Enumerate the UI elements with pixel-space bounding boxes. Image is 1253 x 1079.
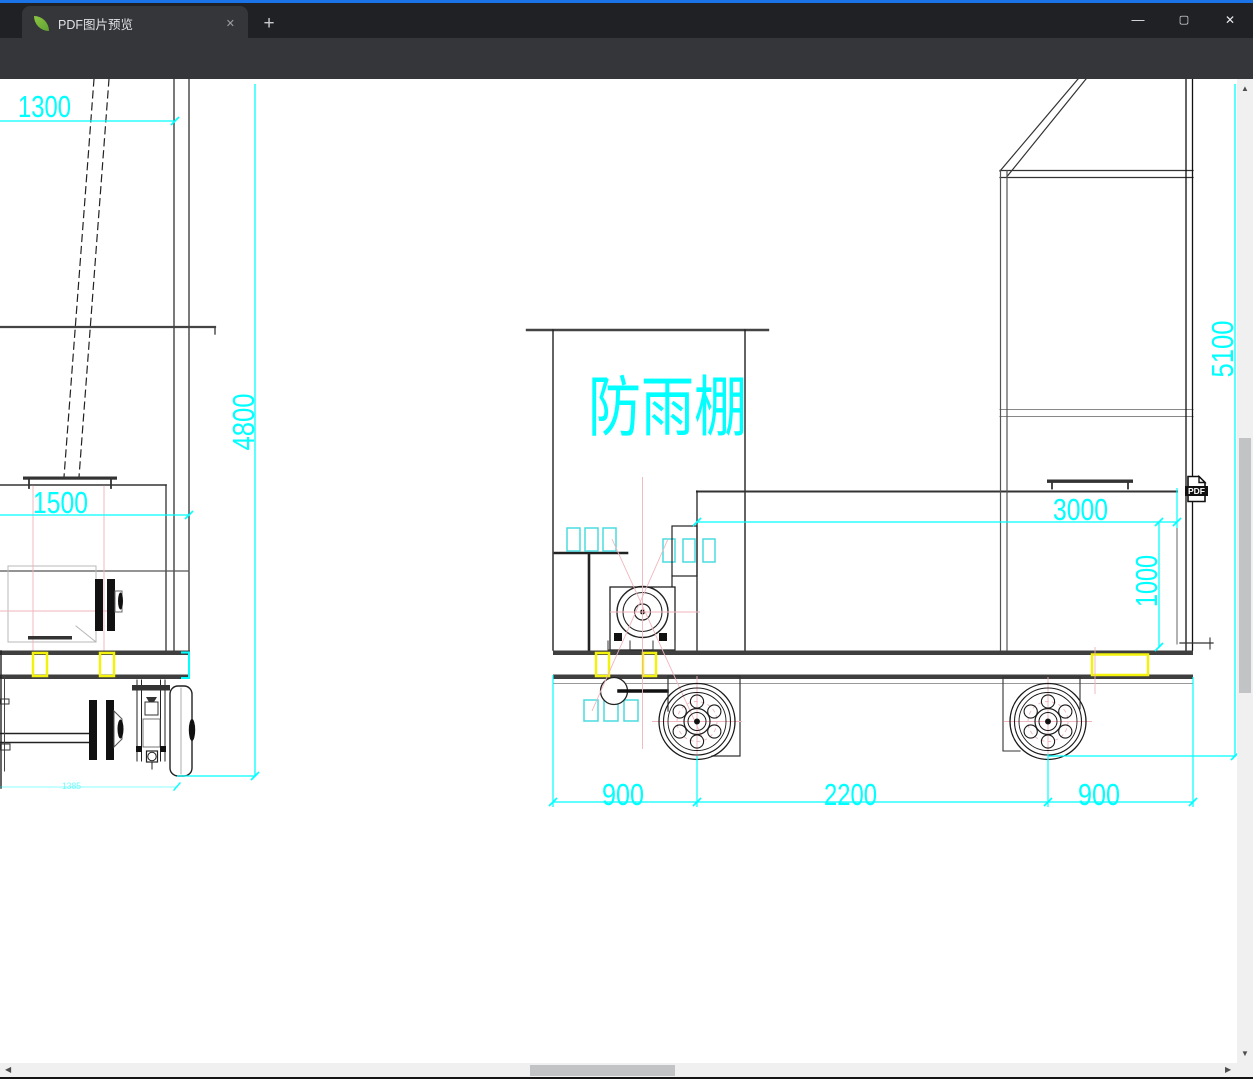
dim-5100: 5100 (1205, 321, 1237, 378)
cad-drawing: 1300 4800 1500 1385 防雨棚 3000 1000 5100 9… (0, 78, 1240, 812)
pdf-download-button[interactable]: PDF (1184, 474, 1209, 503)
dim-2200: 2200 (824, 777, 877, 812)
title-bar: PDF图片预览 ✕ + — ▢ ✕ (0, 3, 1253, 41)
browser-toolbar: ← → ⟳ ⌂ ⓘ localhost:8012/onlinePreview?u… (0, 38, 1253, 113)
dim-900-left: 900 (602, 777, 644, 812)
scroll-down-arrow-icon[interactable]: ▼ (1241, 1050, 1249, 1058)
vertical-scrollbar-thumb[interactable] (1239, 438, 1251, 693)
new-tab-button[interactable]: + (258, 13, 280, 35)
scroll-left-arrow-icon[interactable]: ◀ (5, 1066, 11, 1074)
spring-leaf-favicon-icon (34, 16, 49, 31)
dim-4800: 4800 (226, 394, 261, 451)
horizontal-scrollbar-thumb[interactable] (530, 1065, 675, 1076)
dim-900-right: 900 (1078, 777, 1120, 812)
tab-close-icon[interactable]: ✕ (226, 17, 235, 30)
pdf-button-label: PDF (1188, 486, 1205, 496)
scroll-up-arrow-icon[interactable]: ▲ (1241, 85, 1249, 93)
annotation-rain-shelter: 防雨棚 (588, 370, 747, 444)
dim-1385: 1385 (62, 781, 81, 792)
browser-tab[interactable]: PDF图片预览 ✕ (22, 6, 248, 41)
dim-3000: 3000 (1053, 492, 1108, 527)
page-content: 1300 4800 1500 1385 防雨棚 3000 1000 5100 9… (0, 78, 1240, 1063)
window-maximize-button[interactable]: ▢ (1161, 6, 1207, 36)
dim-1300: 1300 (18, 89, 71, 124)
scroll-right-arrow-icon[interactable]: ▶ (1225, 1066, 1231, 1074)
dim-1000: 1000 (1129, 555, 1164, 607)
tab-title: PDF图片预览 (58, 18, 134, 32)
dim-1500: 1500 (33, 485, 88, 520)
browser-window: PDF图片预览 ✕ + — ▢ ✕ ← → ⟳ ⌂ ⓘ localhost:80… (0, 0, 1253, 1079)
window-minimize-button[interactable]: — (1115, 6, 1161, 36)
window-close-button[interactable]: ✕ (1207, 6, 1253, 36)
